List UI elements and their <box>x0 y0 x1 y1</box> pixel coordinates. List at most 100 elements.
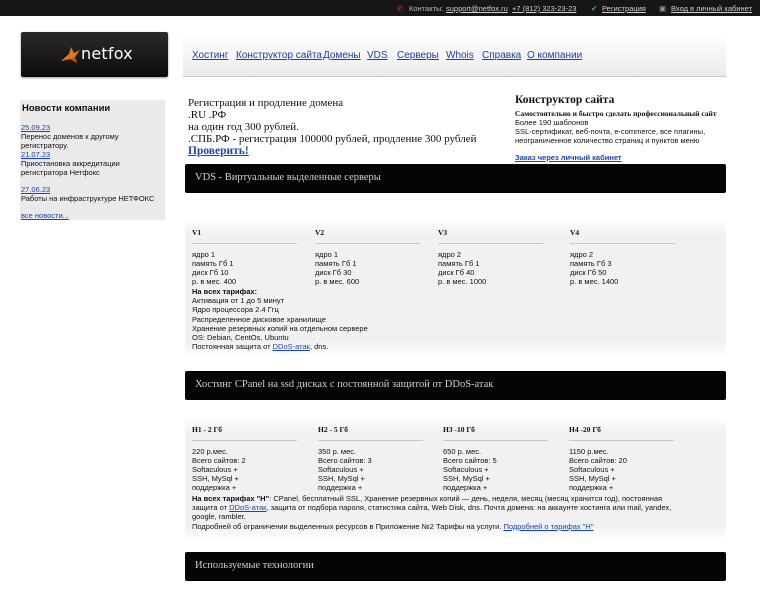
vds-plan-name: V4 <box>570 228 580 237</box>
plan-line: 650 р. мес. <box>443 447 482 456</box>
news-panel: Новости компании 25.09.23 Перенос домено… <box>20 100 165 220</box>
feature: Активация от 1 до 5 минут <box>192 296 285 306</box>
builder-feature: неограниченное количество страниц и пунк… <box>515 136 700 145</box>
plan-line: память Гб 1 <box>315 259 357 268</box>
plan-line: ядро 1 <box>192 250 216 259</box>
nav-vds[interactable]: VDS <box>367 50 388 61</box>
technologies-bar[interactable]: Используемые технологии <box>185 552 726 581</box>
plan-line: память Гб 3 <box>570 259 612 268</box>
ddos-link[interactable]: DDoS-атак <box>229 503 266 512</box>
news-title: Новости компании <box>22 103 111 114</box>
domain-promo-line: на один год 300 рублей. <box>188 121 299 133</box>
nav-help[interactable]: Справка <box>482 50 521 61</box>
vds-plan: V4 ядро 2 память Гб 3 диск Гб 50 р. в ме… <box>570 228 675 286</box>
news-date[interactable]: 27.06.23 <box>21 185 50 194</box>
hosting-features-line: google, rambler. <box>192 512 246 522</box>
nav-site-builder[interactable]: Конструктор сайта <box>236 50 322 61</box>
news-date[interactable]: 25.09.23 <box>21 123 50 132</box>
divider <box>438 243 543 244</box>
main-nav: Хостинг Конструктор сайта Домены VDS Сер… <box>183 32 726 77</box>
feature-text: Постоянная защита от <box>192 342 273 352</box>
news-date[interactable]: 21.07.23 <box>21 150 50 159</box>
nav-domains[interactable]: Домены <box>323 50 361 61</box>
divider <box>443 440 548 441</box>
plan-line: Всего сайтов: 20 <box>569 456 627 465</box>
builder-feature: SSL-сертификат, веб-почта, e-commerce, в… <box>515 127 706 136</box>
vds-plan-name: V1 <box>192 228 202 237</box>
plan-line: ядро 1 <box>315 250 339 259</box>
phone-link[interactable]: +7 (812) 323-23-23 <box>512 4 576 13</box>
plan-line: SSH, MySql + <box>192 474 239 483</box>
plan-line: SSH, MySql + <box>569 474 616 483</box>
features-title: На всех тарифах "Н" <box>192 494 270 503</box>
divider <box>569 440 674 441</box>
divider <box>192 243 297 244</box>
feature: Распределенное дисковое хранилище <box>192 314 326 324</box>
plan-line: Softaculous + <box>443 465 489 474</box>
phone-icon: ✆ <box>397 4 404 13</box>
technologies-bar-title: Используемые технологии <box>195 560 314 571</box>
plan-line: 1150 р.мес. <box>569 447 609 456</box>
domain-promo-line: Регистрация и продление домена <box>188 97 344 109</box>
top-bar: ✆ Контакты: support@netfox.ru +7 (812) 3… <box>0 0 760 16</box>
register-link[interactable]: Регистрация <box>602 4 646 13</box>
vds-plan: V3 ядро 2 память Гб 1 диск Гб 40 р. в ме… <box>438 228 543 286</box>
plan-line: 220 р.мес. <box>192 447 229 456</box>
check-icon: ✔ <box>591 4 598 13</box>
hosting-plan: H1 - 2 Гб 220 р.мес. Всего сайтов: 2 Sof… <box>192 425 297 492</box>
plan-line: SSH, MySql + <box>443 474 490 483</box>
builder-subtitle: Самостоятельно и быстро сделать професси… <box>515 109 717 118</box>
plan-line: Всего сайтов: 3 <box>318 456 372 465</box>
divider <box>192 440 297 441</box>
domain-promo: Регистрация и продление домена .RU .РФ н… <box>188 97 476 157</box>
vds-bar[interactable]: VDS - Виртуальные выделенные серверы <box>185 164 726 193</box>
hosting-bar[interactable]: Хостинг CPanel на ssd дисках с постоянно… <box>185 371 726 400</box>
hosting-plan: H2 - 5 Гб 350 р. мес. Всего сайтов: 3 So… <box>318 425 423 492</box>
plan-line: поддержка + <box>569 483 614 492</box>
builder-features: Более 190 шаблонов SSL-сертификат, веб-п… <box>515 118 705 145</box>
feature-text: защита от <box>192 503 230 513</box>
plan-line: поддержка + <box>192 483 237 492</box>
hosting-features-line: защита от DDoS-атак, защита от подбора п… <box>192 503 671 512</box>
plan-line: р. в мес. 400 <box>192 277 237 286</box>
hosting-features-line: Подробней об ограничении выделенных ресу… <box>192 522 671 531</box>
feature-text: Подробней об ограничении выделенных ресу… <box>192 521 504 531</box>
check-domain-link[interactable]: Проверить! <box>188 145 249 157</box>
logo-text: netfox <box>81 44 133 63</box>
plan-line: Всего сайтов: 5 <box>443 456 497 465</box>
vds-plan: V1 ядро 1 память Гб 1 диск Гб 10 р. в ме… <box>192 228 297 286</box>
hosting-features: На всех тарифах "Н": CPanel, бесплатный … <box>192 494 671 531</box>
tariffs-h-link[interactable]: Подробней о тарифах "Н" <box>503 522 593 531</box>
vds-features: На всех тарифах: Активация от 1 до 5 мин… <box>192 287 368 351</box>
divider <box>318 440 423 441</box>
nav-servers[interactable]: Серверы <box>397 50 439 61</box>
plan-line: память Гб 1 <box>192 259 234 268</box>
divider <box>315 243 420 244</box>
nav-whois[interactable]: Whois <box>446 50 474 61</box>
login-link[interactable]: Вход в личный кабинет <box>671 4 752 13</box>
nav-about[interactable]: О компании <box>527 50 582 61</box>
plan-line: диск Гб 40 <box>438 268 475 277</box>
builder-order-link[interactable]: Заказ через личный кабинет <box>515 153 622 162</box>
plan-line: поддержка + <box>318 483 363 492</box>
feature: OS: Debian, CentOs, Ubuntu <box>192 333 289 343</box>
vds-plan: V2 ядро 1 память Гб 1 диск Гб 30 р. в ме… <box>315 228 420 286</box>
hosting-plan-name: H4 -20 Гб <box>569 425 601 434</box>
feature-protection: Постоянная защита от DDoS-атак, dns. <box>192 342 368 351</box>
ddos-link[interactable]: DDoS-атак <box>273 342 310 351</box>
plan-line: поддержка + <box>443 483 488 492</box>
nav-hosting[interactable]: Хостинг <box>192 50 228 61</box>
contacts-label: Контакты: <box>409 4 444 13</box>
plan-line: диск Гб 10 <box>192 268 229 277</box>
logo[interactable]: netfox <box>21 32 168 77</box>
news-item: Работы на инфраструктуре НЕТФОКС <box>21 194 155 203</box>
feature-text: : CPanel, бесплатный SSL, Хранение резер… <box>269 494 663 503</box>
vds-bar-title: VDS - Виртуальные выделенные серверы <box>195 172 381 183</box>
email-link[interactable]: support@netfox.ru <box>446 4 508 13</box>
feature: Хранение резервных копий на отдельном се… <box>192 323 368 333</box>
plan-line: Softaculous + <box>318 465 364 474</box>
builder-feature: Более 190 шаблонов <box>515 118 589 127</box>
plan-line: ядро 2 <box>438 250 462 259</box>
all-news-link[interactable]: все новости... <box>21 211 69 220</box>
builder-title: Конструктор сайта <box>515 94 615 106</box>
